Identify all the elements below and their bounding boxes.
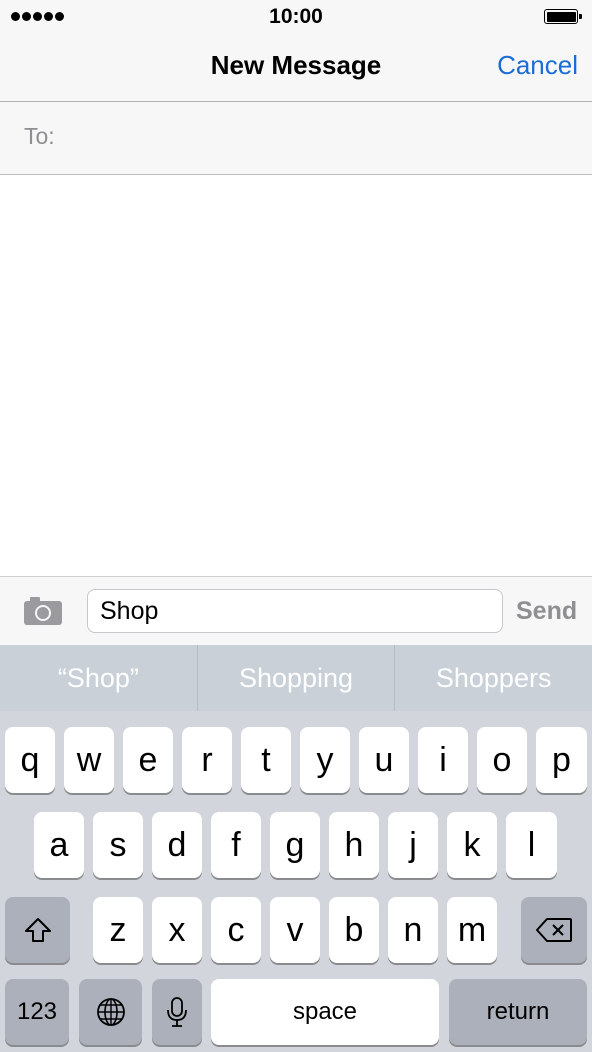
- numbers-key[interactable]: 123: [5, 979, 69, 1045]
- recipient-label: To:: [24, 123, 55, 149]
- space-key[interactable]: space: [211, 979, 439, 1045]
- key-s[interactable]: s: [93, 812, 143, 878]
- key-j[interactable]: j: [388, 812, 438, 878]
- key-r[interactable]: r: [182, 727, 232, 793]
- message-input[interactable]: Shop: [87, 589, 503, 633]
- dictation-key[interactable]: [152, 979, 202, 1045]
- key-n[interactable]: n: [388, 897, 438, 963]
- key-v[interactable]: v: [270, 897, 320, 963]
- shift-icon: [24, 918, 51, 942]
- key-u[interactable]: u: [359, 727, 409, 793]
- key-p[interactable]: p: [536, 727, 587, 793]
- message-input-text: Shop: [100, 596, 159, 625]
- key-m[interactable]: m: [447, 897, 497, 963]
- keyboard: q w e r t y u i o p a s d f g h j k l z …: [0, 711, 592, 1052]
- delete-key[interactable]: [521, 897, 587, 963]
- globe-icon: [96, 998, 125, 1026]
- key-h[interactable]: h: [329, 812, 379, 878]
- compose-bar: Shop Send: [0, 576, 592, 646]
- key-i[interactable]: i: [418, 727, 468, 793]
- key-f[interactable]: f: [211, 812, 261, 878]
- return-key[interactable]: return: [449, 979, 587, 1045]
- recipient-row: To:: [0, 102, 592, 175]
- key-b[interactable]: b: [329, 897, 379, 963]
- cancel-button[interactable]: Cancel: [497, 50, 578, 81]
- key-d[interactable]: d: [152, 812, 202, 878]
- key-o[interactable]: o: [477, 727, 527, 793]
- key-g[interactable]: g: [270, 812, 320, 878]
- predictive-text-bar: “Shop” Shopping Shoppers: [0, 645, 592, 711]
- key-e[interactable]: e: [123, 727, 173, 793]
- key-l[interactable]: l: [506, 812, 557, 878]
- key-w[interactable]: w: [64, 727, 114, 793]
- navigation-bar: 10:00 New Message Cancel: [0, 0, 592, 102]
- prediction-suggestion[interactable]: “Shop”: [0, 645, 198, 711]
- key-c[interactable]: c: [211, 897, 261, 963]
- prediction-suggestion[interactable]: Shoppers: [395, 645, 592, 711]
- prediction-suggestion[interactable]: Shopping: [198, 645, 396, 711]
- send-button[interactable]: Send: [516, 597, 577, 626]
- globe-key[interactable]: [79, 979, 142, 1045]
- camera-icon[interactable]: [23, 596, 63, 626]
- battery-icon: [544, 9, 582, 24]
- key-z[interactable]: z: [93, 897, 143, 963]
- key-y[interactable]: y: [300, 727, 350, 793]
- key-x[interactable]: x: [152, 897, 202, 963]
- key-q[interactable]: q: [5, 727, 55, 793]
- shift-key[interactable]: [5, 897, 70, 963]
- key-a[interactable]: a: [34, 812, 84, 878]
- recipient-input[interactable]: [70, 116, 574, 160]
- message-thread-area: [0, 175, 592, 575]
- status-time: 10:00: [269, 5, 323, 28]
- mic-icon: [167, 997, 187, 1027]
- key-k[interactable]: k: [447, 812, 497, 878]
- key-t[interactable]: t: [241, 727, 291, 793]
- delete-icon: [536, 918, 572, 942]
